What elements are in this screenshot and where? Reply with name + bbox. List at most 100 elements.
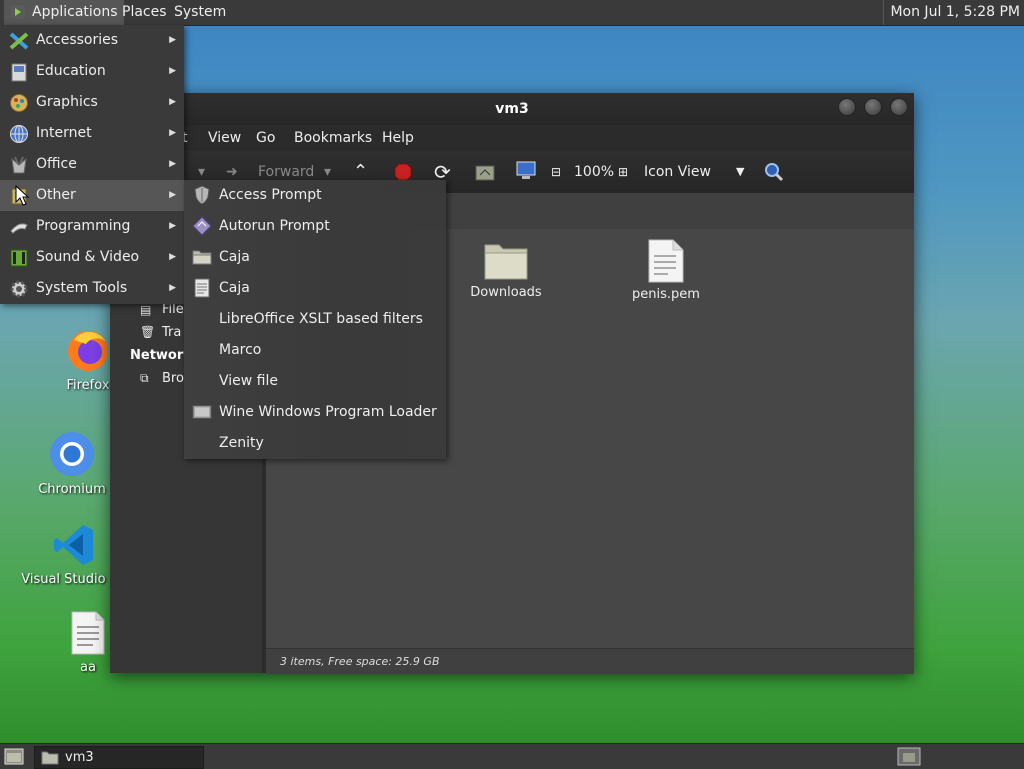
home-icon[interactable] [475,163,495,181]
education-icon [11,63,27,82]
submenu-arrow-icon: ▶ [169,159,176,169]
zoom-level[interactable]: 100% [574,151,614,193]
submenu-arrow-icon: ▶ [169,221,176,231]
chromium-icon [50,432,94,476]
applications-label: Applications [32,4,118,20]
caja-document-icon [194,278,210,298]
menu-help[interactable]: Help [382,125,414,151]
folder-icon [484,244,528,280]
menu-item-label: Accessories [36,32,119,48]
places-menu-button[interactable]: Places [116,0,173,25]
stop-icon[interactable] [394,163,412,181]
submenu-item-label: Marco [219,342,262,358]
firefox-icon [68,331,108,371]
file-item-penis-pem[interactable]: penis.pem [606,239,726,302]
view-mode-select[interactable]: Icon View [644,151,711,193]
system-menu-button[interactable]: System [168,0,232,25]
submenu-item-view-file[interactable]: View file [184,366,446,397]
window-menubar: t View Go Bookmarks Help [110,125,914,151]
submenu-item-zenity[interactable]: Zenity [184,428,446,459]
submenu-item-caja-2[interactable]: Caja [184,273,446,304]
status-text: 3 items, Free space: 25.9 GB [280,655,440,668]
mate-logo-icon [11,5,25,19]
bottom-panel: vm3 [0,743,1024,769]
maximize-button[interactable] [864,98,882,116]
file-item-downloads[interactable]: Downloads [446,239,566,300]
applications-menu: Accessories ▶ Education ▶ Graphics ▶ Int… [0,25,184,304]
close-button[interactable] [890,98,908,116]
clock[interactable]: Mon Jul 1, 5:28 PM [883,0,1024,25]
vscode-icon [54,525,93,565]
file-label: Downloads [470,285,542,300]
submenu-arrow-icon: ▶ [169,35,176,45]
status-bar: 3 items, Free space: 25.9 GB [266,648,914,674]
search-icon[interactable] [764,162,784,182]
menu-item-label: Sound & Video [36,249,140,265]
sidebar-item-trash[interactable]: Tra [162,325,181,340]
submenu-item-wine[interactable]: Wine Windows Program Loader [184,397,446,428]
menu-item-label: Education [36,63,106,79]
submenu-arrow-icon: ▶ [169,252,176,262]
submenu-item-access-prompt[interactable]: Access Prompt [184,180,446,211]
graphics-icon [10,94,28,112]
submenu-item-label: Autorun Prompt [219,218,330,234]
submenu-arrow-icon: ▶ [169,97,176,107]
menu-item-label: System Tools [36,280,128,296]
submenu-item-label: Access Prompt [219,187,322,203]
zoom-out-icon[interactable]: ⊟ [551,151,561,193]
view-mode-dropdown-arrow-icon[interactable]: ▼ [736,151,744,193]
other-submenu: Access Prompt Autorun Prompt Caja Caja L… [184,180,446,459]
menu-item-label: Graphics [36,94,98,110]
accessories-icon [9,32,29,50]
menu-item-accessories[interactable]: Accessories ▶ [0,25,184,56]
submenu-item-caja[interactable]: Caja [184,242,446,273]
sidebar-item-filesystem[interactable]: File [162,302,184,317]
programming-icon [10,223,28,234]
taskbar-button-vm3[interactable]: vm3 [34,746,204,769]
folder-icon [192,250,212,265]
network-icon: ⧉ [140,371,149,385]
office-icon [11,156,27,174]
submenu-arrow-icon: ▶ [169,66,176,76]
submenu-arrow-icon: ▶ [169,128,176,138]
trash-icon: 🗑 [140,325,156,339]
menu-item-graphics[interactable]: Graphics ▶ [0,87,184,118]
applications-menu-button[interactable]: Applications [4,0,124,25]
menu-bookmarks[interactable]: Bookmarks [294,125,372,151]
submenu-arrow-icon: ▶ [169,190,176,200]
menu-item-programming[interactable]: Programming ▶ [0,211,184,242]
menu-view[interactable]: View [208,125,241,151]
internet-icon [10,125,28,143]
zoom-in-icon[interactable]: ⊞ [618,151,628,193]
submenu-item-label: Wine Windows Program Loader [219,404,437,420]
menu-go[interactable]: Go [256,125,275,151]
submenu-item-autorun-prompt[interactable]: Autorun Prompt [184,211,446,242]
submenu-item-label: LibreOffice XSLT based filters [219,311,423,327]
top-panel: Applications Places System Mon Jul 1, 5:… [0,0,1024,26]
submenu-item-label: Caja [219,249,250,265]
menu-item-internet[interactable]: Internet ▶ [0,118,184,149]
show-desktop-icon[interactable] [4,748,24,765]
shield-icon [194,185,210,205]
window-title: vm3 [495,101,529,117]
filesystem-icon: ▤ [140,303,152,317]
computer-icon[interactable] [515,161,537,181]
minimize-button[interactable] [838,98,856,116]
menu-item-label: Internet [36,125,92,141]
submenu-item-label: View file [219,373,278,389]
submenu-item-label: Caja [219,280,250,296]
window-titlebar[interactable]: vm3 [110,93,914,125]
menu-item-education[interactable]: Education ▶ [0,56,184,87]
submenu-arrow-icon: ▶ [169,283,176,293]
menu-item-office[interactable]: Office ▶ [0,149,184,180]
sidebar-item-browse-network[interactable]: Bro [162,371,184,386]
menu-item-system-tools[interactable]: System Tools ▶ [0,273,184,304]
menu-item-label: Other [36,187,76,203]
text-file-icon [71,611,105,655]
menu-item-label: Office [36,156,77,172]
workspace-switcher-icon[interactable] [897,747,921,766]
submenu-item-libreoffice-xslt[interactable]: LibreOffice XSLT based filters [184,304,446,335]
menu-item-sound-video[interactable]: Sound & Video ▶ [0,242,184,273]
taskbar-button-label: vm3 [65,750,94,765]
submenu-item-marco[interactable]: Marco [184,335,446,366]
